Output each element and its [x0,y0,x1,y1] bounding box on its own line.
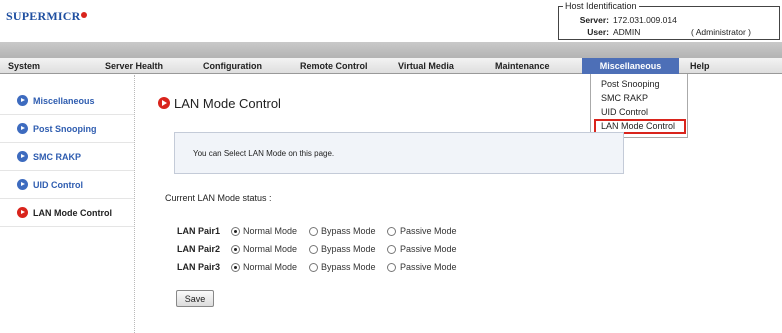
lan-pair-name: LAN Pair2 [177,244,221,254]
bypass-mode-radio[interactable] [309,245,318,254]
arrow-circle-icon [17,207,28,218]
header-band [0,42,782,58]
sidebar-item-lan-mode-control[interactable]: LAN Mode Control [0,201,134,227]
passive-mode-label: Passive Mode [400,226,457,236]
server-value: 172.031.009.014 [613,15,677,25]
normal-mode-radio[interactable] [231,227,240,236]
normal-mode-label: Normal Mode [243,226,298,236]
menu-configuration[interactable]: Configuration [203,58,262,74]
user-label: User: [587,27,609,37]
sidebar-item-label: LAN Mode Control [33,208,112,218]
user-value: ADMIN [613,27,641,37]
arrow-circle-icon [17,95,28,106]
save-button[interactable]: Save [176,290,214,307]
miscellaneous-dropdown: Post Snooping SMC RAKP UID Control LAN M… [590,74,688,138]
sidebar-item-label: Post Snooping [33,124,97,134]
host-identification-box: Host Identification Server: 172.031.009.… [558,1,780,40]
bypass-mode-radio[interactable] [309,227,318,236]
menu-virtual-media[interactable]: Virtual Media [398,58,454,74]
sidebar-item-smc-rakp[interactable]: SMC RAKP [0,145,134,171]
lan-pair-name: LAN Pair1 [177,226,221,236]
top-menu-bar: System Server Health Configuration Remot… [0,58,782,74]
dropdown-uid-control[interactable]: UID Control [601,107,648,117]
menu-remote-control[interactable]: Remote Control [300,58,368,74]
lan-pair-name: LAN Pair3 [177,262,221,272]
passive-mode-radio[interactable] [387,263,396,272]
header: SUPERMICR Host Identification Server: 17… [0,0,782,42]
sidebar-item-uid-control[interactable]: UID Control [0,173,134,199]
host-identification-title: Host Identification [563,1,639,11]
normal-mode-label: Normal Mode [243,244,298,254]
normal-mode-radio[interactable] [231,263,240,272]
arrow-circle-icon [17,123,28,134]
bypass-mode-label: Bypass Mode [321,262,376,272]
sidebar: Miscellaneous Post Snooping SMC RAKP UID… [0,75,135,333]
passive-mode-label: Passive Mode [400,262,457,272]
sidebar-item-post-snooping[interactable]: Post Snooping [0,117,134,143]
bypass-mode-radio[interactable] [309,263,318,272]
info-text: You can Select LAN Mode on this page. [193,149,335,158]
passive-mode-radio[interactable] [387,227,396,236]
server-label: Server: [579,15,609,25]
menu-system[interactable]: System [8,58,40,74]
normal-mode-label: Normal Mode [243,262,298,272]
supermicro-logo: SUPERMICR [6,9,88,24]
current-status-label: Current LAN Mode status : [165,193,272,203]
sidebar-item-label: UID Control [33,180,83,190]
dropdown-post-snooping[interactable]: Post Snooping [601,79,660,89]
dropdown-smc-rakp[interactable]: SMC RAKP [601,93,648,103]
menu-maintenance[interactable]: Maintenance [495,58,550,74]
page-title: LAN Mode Control [174,96,281,111]
menu-miscellaneous[interactable]: Miscellaneous [582,58,679,74]
sidebar-item-label: SMC RAKP [33,152,82,162]
bypass-mode-label: Bypass Mode [321,244,376,254]
passive-mode-label: Passive Mode [400,244,457,254]
arrow-circle-icon [17,179,28,190]
logo-dot-icon [81,12,88,18]
user-role: ( Administrator ) [691,27,751,37]
dropdown-lan-mode-control[interactable]: LAN Mode Control [601,121,675,131]
sidebar-item-label: Miscellaneous [33,96,95,106]
bypass-mode-label: Bypass Mode [321,226,376,236]
sidebar-item-miscellaneous[interactable]: Miscellaneous [0,89,134,115]
page-title-arrow-icon [158,97,170,109]
arrow-circle-icon [17,151,28,162]
info-box: You can Select LAN Mode on this page. [174,132,624,174]
passive-mode-radio[interactable] [387,245,396,254]
normal-mode-radio[interactable] [231,245,240,254]
menu-server-health[interactable]: Server Health [105,58,163,74]
menu-help[interactable]: Help [690,58,710,74]
